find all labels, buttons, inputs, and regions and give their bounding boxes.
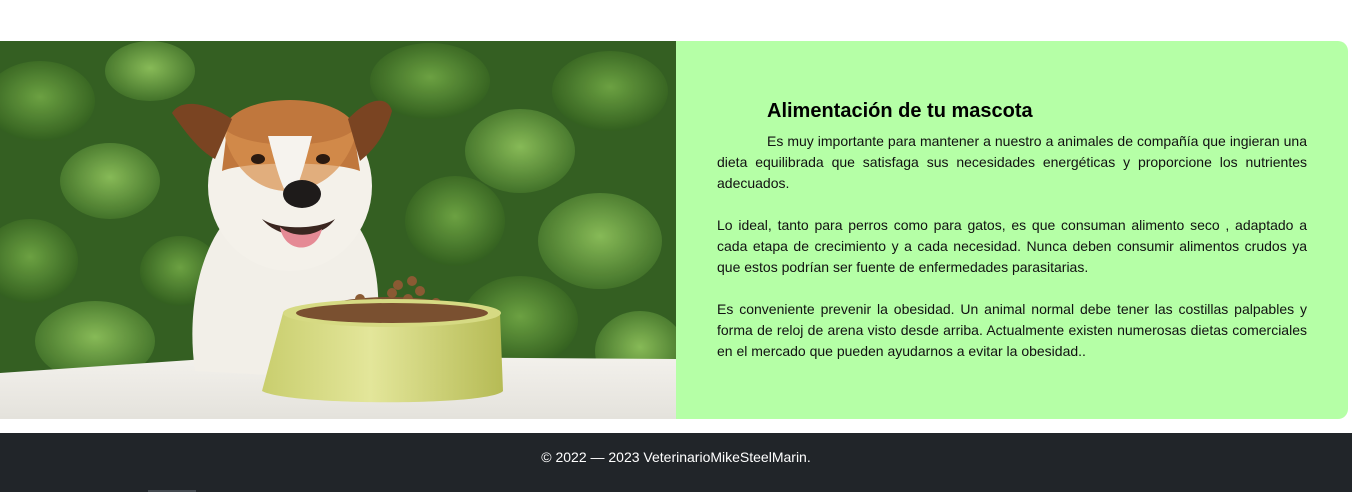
feeding-section: Alimentación de tu mascota Es muy import… <box>0 41 1348 419</box>
paragraph-obesity: Es conveniente prevenir la obesidad. Un … <box>717 301 1307 359</box>
dog-photo-illustration <box>0 41 676 419</box>
page: Alimentación de tu mascota Es muy import… <box>0 0 1352 492</box>
site-footer: © 2022 — 2023 VeterinarioMikeSteelMarin. <box>0 433 1352 492</box>
dog-with-food-bowl-photo <box>0 41 676 419</box>
paragraph-dry-food: Lo ideal, tanto para perros como para ga… <box>717 217 1307 275</box>
feeding-info-card: Alimentación de tu mascota Es muy import… <box>676 41 1348 419</box>
copyright-text: © 2022 — 2023 VeterinarioMikeSteelMarin. <box>541 449 811 465</box>
section-title: Alimentación de tu mascota <box>767 100 1033 122</box>
paragraph-balanced-diet: Es muy importante para mantener a nuestr… <box>717 133 1307 191</box>
